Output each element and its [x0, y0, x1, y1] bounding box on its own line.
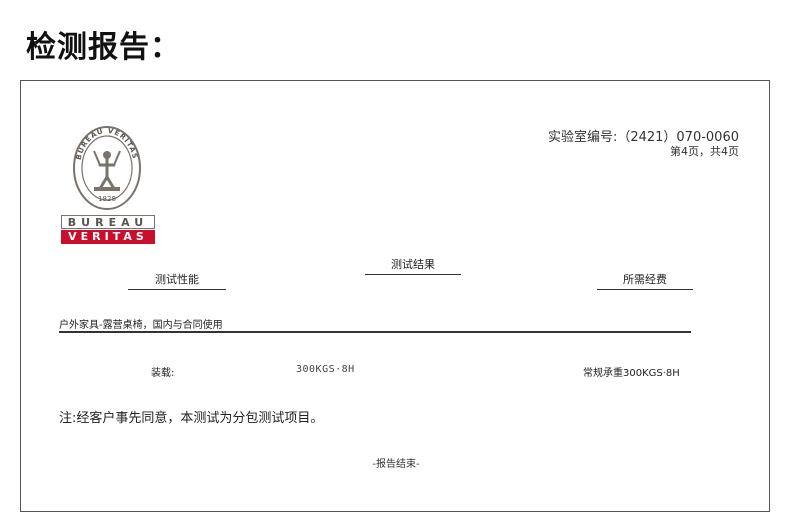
load-value: 300KGS·8H [296, 364, 355, 375]
load-label: 装载: [151, 368, 175, 379]
load-requirement: 常规承重300KGS·8H [583, 368, 680, 379]
divider [59, 331, 691, 333]
subcontract-note: 注:经客户事先同意，本测试为分包测试项目。 [59, 411, 324, 426]
brand-name-bottom: VERITAS [61, 230, 155, 244]
report-end-marker: -报告结束- [372, 459, 420, 470]
test-results-header: 测试结果 [365, 256, 461, 275]
requirement-header: 所需经费 [597, 271, 693, 290]
page-title: 检测报告： [26, 30, 181, 65]
brand-name-top: BUREAU [61, 215, 155, 229]
test-performance-header: 测试性能 [128, 271, 226, 290]
product-scope: 户外家具-露营桌椅，国内与合同使用 [59, 320, 223, 331]
page-count: 第4页，共4页 [670, 145, 739, 158]
test-report-document: BUREAU VERITAS 1828 BUREAU VERITAS 实验室编号… [20, 80, 770, 512]
seal-year: 1828 [98, 195, 116, 203]
bureau-veritas-seal-icon: BUREAU VERITAS 1828 [73, 126, 141, 210]
